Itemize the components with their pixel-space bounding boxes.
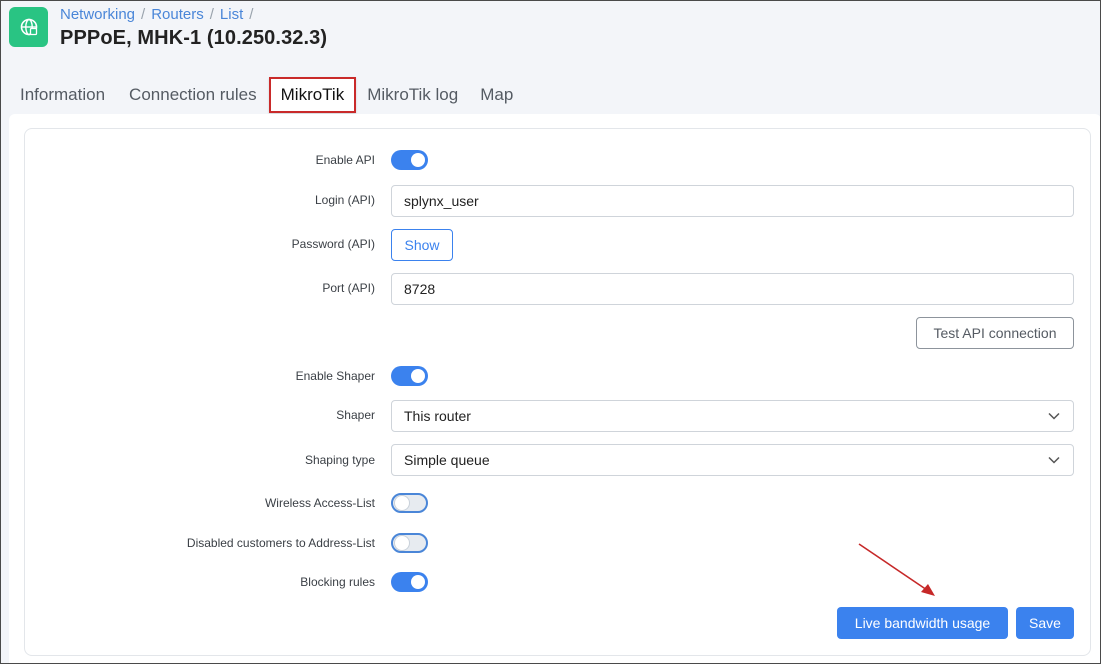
wireless-access-list-toggle[interactable] — [391, 493, 428, 513]
annotation-arrow-icon — [858, 543, 935, 596]
globe-icon — [20, 18, 37, 36]
test-api-connection-button[interactable]: Test API connection — [916, 317, 1074, 349]
shaping-type-select[interactable]: Simple queue — [391, 444, 1074, 476]
shaper-select[interactable]: This router — [391, 400, 1074, 432]
enable-api-toggle[interactable] — [391, 150, 428, 170]
disabled-customers-label: Disabled customers to Address-List — [186, 536, 375, 550]
tab-mikrotik[interactable]: MikroTik — [268, 77, 357, 113]
tab-map[interactable]: Map — [470, 77, 523, 113]
app-icon — [9, 7, 48, 47]
port-api-input[interactable]: 8728 — [391, 273, 1074, 305]
chevron-down-icon — [1048, 412, 1060, 420]
enable-shaper-label: Enable Shaper — [295, 369, 375, 383]
wireless-access-list-label: Wireless Access-List — [264, 496, 375, 510]
breadcrumb: Networking / Routers / List / — [60, 6, 253, 23]
chevron-down-icon — [1048, 456, 1060, 464]
shaping-type-selected-value: Simple queue — [404, 452, 490, 468]
breadcrumb-separator: / — [209, 6, 214, 23]
shaping-type-label: Shaping type — [304, 453, 375, 467]
blocking-rules-toggle[interactable] — [391, 572, 428, 592]
enable-api-label: Enable API — [315, 153, 375, 167]
login-api-label: Login (API) — [314, 193, 375, 207]
breadcrumb-separator: / — [141, 6, 146, 23]
port-api-label: Port (API) — [322, 281, 375, 295]
breadcrumb-list[interactable]: List — [220, 6, 243, 23]
shaper-label: Shaper — [336, 408, 375, 422]
tab-mikrotik-log[interactable]: MikroTik log — [357, 77, 468, 113]
show-password-button[interactable]: Show — [391, 229, 453, 261]
login-api-input[interactable]: splynx_user — [391, 185, 1074, 217]
password-api-label: Password (API) — [291, 237, 375, 251]
tab-information[interactable]: Information — [10, 77, 115, 113]
shaper-selected-value: This router — [404, 408, 471, 424]
disabled-customers-toggle[interactable] — [391, 533, 428, 553]
tab-bar: Information Connection rules MikroTik Mi… — [10, 76, 523, 114]
enable-shaper-toggle[interactable] — [391, 366, 428, 386]
tab-connection-rules[interactable]: Connection rules — [119, 77, 267, 113]
page-title: PPPoE, MHK-1 (10.250.32.3) — [60, 27, 328, 49]
breadcrumb-networking[interactable]: Networking — [60, 6, 135, 23]
breadcrumb-separator: / — [249, 6, 254, 23]
blocking-rules-label: Blocking rules — [300, 575, 375, 589]
breadcrumb-routers[interactable]: Routers — [151, 6, 204, 23]
save-button[interactable]: Save — [1016, 607, 1074, 639]
live-bandwidth-usage-button[interactable]: Live bandwidth usage — [837, 607, 1008, 639]
